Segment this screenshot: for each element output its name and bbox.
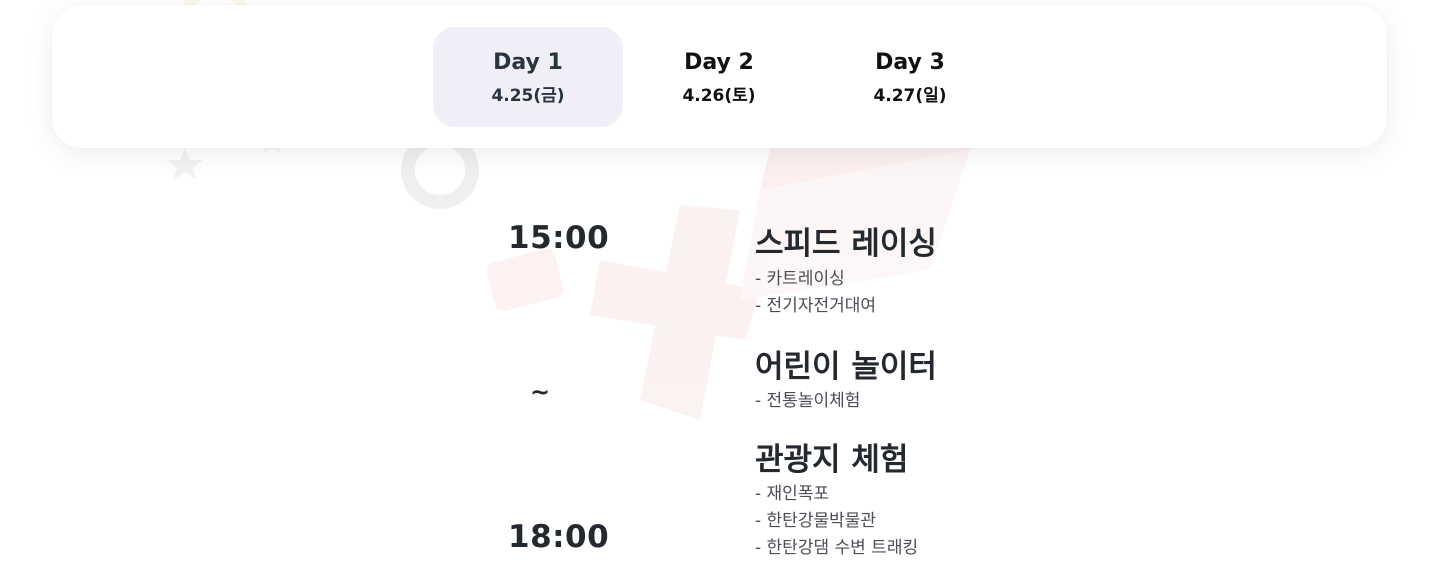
program-item-list: - 전통놀이체험: [755, 388, 860, 415]
time-separator: ~: [530, 378, 551, 406]
tab-day-label: Day 1: [493, 49, 563, 75]
tab-day-label: Day 3: [875, 49, 945, 75]
program-title: 관광지 체험: [755, 442, 909, 478]
end-time: 18:00: [508, 519, 610, 555]
program-item: - 재인폭포: [755, 484, 830, 504]
program-item: - 한탄강댐 수변 트래킹: [755, 538, 919, 558]
program-item: - 한탄강물박물관: [755, 511, 877, 531]
star-icon: [167, 148, 203, 180]
tab-day-1[interactable]: Day 1 4.25(금): [433, 27, 623, 127]
start-time: 15:00: [508, 220, 610, 256]
program-title: 스피드 레이싱: [755, 226, 937, 262]
tab-day-label: Day 2: [684, 49, 754, 75]
program-item-list: - 카트레이싱 - 전기자전거대여: [755, 266, 876, 320]
day-tabs-card: Day 1 4.25(금) Day 2 4.26(토) Day 3 4.27(일…: [52, 5, 1387, 148]
program-item: - 전통놀이체험: [755, 391, 861, 411]
tab-date-label: 4.27(일): [873, 85, 947, 106]
tab-date-label: 4.26(토): [682, 85, 756, 106]
program-item-list: - 재인폭포 - 한탄강물박물관 - 한탄강댐 수변 트래킹: [755, 481, 918, 562]
tab-day-3[interactable]: Day 3 4.27(일): [815, 27, 1005, 127]
tab-day-2[interactable]: Day 2 4.26(토): [624, 27, 814, 127]
program-title: 어린이 놀이터: [755, 349, 937, 385]
tab-date-label: 4.25(금): [491, 85, 565, 106]
program-item: - 전기자전거대여: [755, 296, 877, 316]
program-item: - 카트레이싱: [755, 269, 845, 289]
